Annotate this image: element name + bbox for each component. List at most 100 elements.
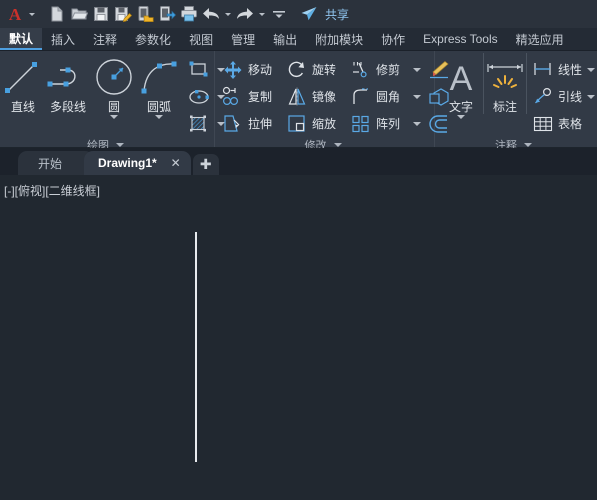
open-from-web-button[interactable] — [156, 2, 178, 26]
modify-mirror-button[interactable]: 镜像 — [284, 83, 344, 110]
dimension-icon — [484, 56, 526, 100]
ribbon-tab-annotate[interactable]: 注释 — [84, 28, 126, 50]
modify-move-label: 移动 — [248, 63, 273, 77]
rotate-icon — [284, 58, 310, 82]
drawn-line[interactable] — [195, 232, 197, 462]
doc-tab-drawing1[interactable]: Drawing1* ✕ — [84, 151, 191, 175]
ribbon-tab-parametric[interactable]: 参数化 — [126, 28, 180, 50]
annotation-dimension-label: 标注 — [492, 100, 517, 114]
save-to-web-button[interactable] — [134, 2, 156, 26]
panel-annotation-chevron-down-icon[interactable] — [524, 143, 532, 147]
draw-line-button[interactable]: 直线 — [2, 53, 44, 114]
annotation-text-button[interactable]: A 文字 — [441, 53, 481, 119]
panel-modify: 移动 复制 拉伸 旋转 镜像 缩放 修剪 圆角 阵列 修改 — [215, 51, 449, 152]
circle-icon — [92, 56, 136, 100]
save-icon — [90, 3, 112, 25]
modify-rotate-button[interactable]: 旋转 — [284, 56, 344, 83]
redo-icon — [234, 3, 256, 25]
new-file-button[interactable] — [46, 2, 68, 26]
ribbon-tab-insert[interactable]: 插入 — [42, 28, 84, 50]
annotation-leader-button[interactable]: 引线 — [530, 83, 597, 110]
annotation-dimension-button[interactable]: 标注 — [483, 53, 527, 114]
redo-chevron-down-icon — [259, 12, 265, 16]
linear-dimension-icon — [530, 58, 556, 82]
annotation-table-button[interactable]: 表格 — [530, 110, 597, 137]
leader-icon — [530, 85, 556, 109]
customize-qat-button[interactable] — [268, 2, 290, 26]
undo-icon — [200, 3, 222, 25]
draw-polyline-button[interactable]: 多段线 — [44, 53, 92, 114]
annotation-leader-chevron-down-icon[interactable] — [587, 94, 596, 99]
ribbon-tab-manage[interactable]: 管理 — [222, 28, 264, 50]
ribbon-tab-collaborate[interactable]: 协作 — [372, 28, 414, 50]
draw-circle-chevron-down-icon[interactable] — [110, 115, 118, 119]
modify-trim-chevron-down-icon[interactable] — [413, 67, 421, 72]
annotation-small-buttons: 线性 引线 表格 — [530, 53, 597, 137]
open-file-button[interactable] — [68, 2, 90, 26]
modify-array-button[interactable]: 阵列 — [348, 110, 424, 137]
line-icon — [2, 56, 44, 100]
modify-move-button[interactable]: 移动 — [220, 56, 280, 83]
annotation-linear-button[interactable]: 线性 — [530, 56, 597, 83]
close-icon[interactable]: ✕ — [171, 156, 181, 170]
panel-draw: 直线 多段线 圆 圆弧 绘图 — [0, 51, 225, 152]
ribbon-tab-express-tools[interactable]: Express Tools — [414, 28, 506, 50]
modify-trim-button[interactable]: 修剪 — [348, 56, 424, 83]
stretch-icon — [220, 112, 246, 136]
panel-draw-body: 直线 多段线 圆 圆弧 — [0, 53, 225, 137]
modify-scale-label: 缩放 — [312, 117, 337, 131]
ribbon-tab-bar: 默认 插入 注释 参数化 视图 管理 输出 附加模块 协作 Express To… — [0, 28, 597, 51]
modify-array-label: 阵列 — [376, 117, 401, 131]
autocad-window: A 共享 默认 插入 注释 参数化 视图 管理 输出 附加模块 协作 Expre… — [0, 0, 597, 500]
plus-icon: ✚ — [199, 156, 212, 172]
share-label: 共享 — [325, 7, 350, 22]
share-button[interactable]: 共享 — [298, 3, 349, 25]
modify-mirror-label: 镜像 — [312, 90, 337, 104]
modify-fillet-label: 圆角 — [376, 90, 401, 104]
copy-icon — [220, 85, 246, 109]
annotation-linear-label: 线性 — [558, 63, 583, 77]
annotation-text-chevron-down-icon[interactable] — [457, 115, 465, 119]
save-as-icon — [112, 3, 134, 25]
ribbon-tab-featured-apps[interactable]: 精选应用 — [507, 28, 573, 50]
modify-fillet-button[interactable]: 圆角 — [348, 83, 424, 110]
modify-rotate-label: 旋转 — [312, 63, 337, 77]
table-icon — [530, 112, 556, 136]
modify-fillet-chevron-down-icon[interactable] — [413, 94, 421, 99]
app-menu-button[interactable]: A — [4, 2, 38, 26]
annotation-linear-chevron-down-icon[interactable] — [587, 67, 596, 72]
modify-stretch-label: 拉伸 — [248, 117, 273, 131]
redo-button[interactable] — [234, 2, 268, 26]
draw-arc-chevron-down-icon[interactable] — [155, 115, 163, 119]
modify-copy-button[interactable]: 复制 — [220, 83, 280, 110]
print-button[interactable] — [178, 2, 200, 26]
annotation-leader-label: 引线 — [558, 90, 583, 104]
panel-annotation-body: A 文字 标注 线性 引线 表格 — [435, 53, 597, 137]
panel-draw-chevron-down-icon[interactable] — [116, 143, 124, 147]
modify-column-1: 移动 复制 拉伸 — [220, 53, 280, 137]
draw-arc-button[interactable]: 圆弧 — [136, 53, 182, 119]
modify-column-3: 修剪 圆角 阵列 — [348, 53, 424, 137]
ribbon-tab-view[interactable]: 视图 — [180, 28, 222, 50]
modify-stretch-button[interactable]: 拉伸 — [220, 110, 280, 137]
trim-icon — [348, 58, 374, 82]
panel-modify-body: 移动 复制 拉伸 旋转 镜像 缩放 修剪 圆角 阵列 — [215, 53, 449, 137]
undo-button[interactable] — [200, 2, 234, 26]
modify-array-chevron-down-icon[interactable] — [413, 121, 421, 126]
new-tab-button[interactable]: ✚ — [192, 154, 219, 175]
drawing-canvas[interactable]: [-][俯视][二维线框] — [0, 175, 597, 500]
ribbon-tab-default[interactable]: 默认 — [0, 28, 43, 50]
modify-scale-button[interactable]: 缩放 — [284, 110, 344, 137]
open-folder-icon — [68, 3, 90, 25]
ribbon-tab-addins[interactable]: 附加模块 — [306, 28, 372, 50]
mirror-icon — [284, 85, 310, 109]
doc-tab-start[interactable]: 开始 — [18, 151, 95, 175]
doc-tab-start-label: 开始 — [38, 156, 63, 171]
panel-modify-chevron-down-icon[interactable] — [333, 143, 342, 147]
save-button[interactable] — [90, 2, 112, 26]
viewport-label[interactable]: [-][俯视][二维线框] — [4, 182, 100, 199]
ribbon-tab-output[interactable]: 输出 — [264, 28, 306, 50]
save-as-button[interactable] — [112, 2, 134, 26]
share-icon — [298, 3, 320, 25]
draw-circle-button[interactable]: 圆 — [92, 53, 136, 119]
